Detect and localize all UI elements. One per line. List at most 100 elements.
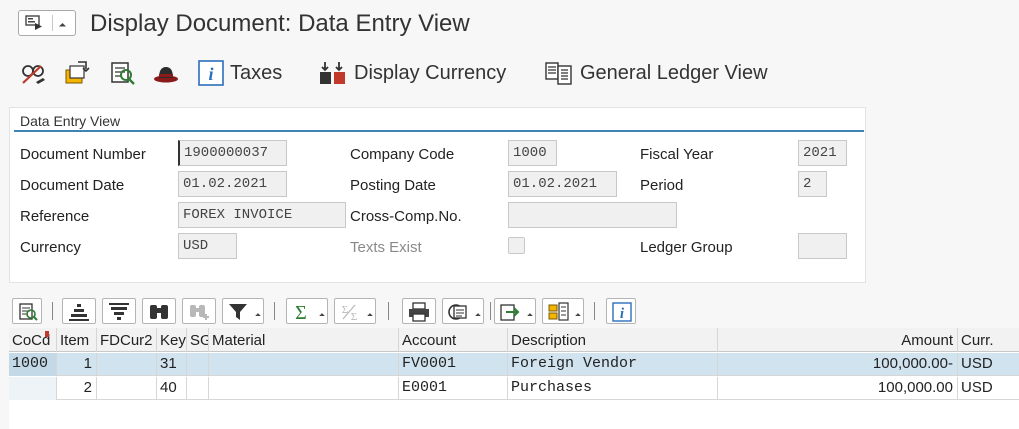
period-label: Period bbox=[640, 177, 684, 194]
cell-material[interactable] bbox=[209, 353, 399, 376]
chevron-down-icon bbox=[475, 313, 481, 319]
sum-button[interactable]: Σ bbox=[286, 298, 328, 324]
find-button[interactable] bbox=[142, 298, 176, 324]
cell-sg[interactable] bbox=[187, 353, 209, 376]
layout-button[interactable] bbox=[442, 298, 484, 324]
svg-text:i: i bbox=[208, 64, 213, 84]
group-title: Data Entry View bbox=[20, 113, 121, 129]
filter-button[interactable] bbox=[222, 298, 264, 324]
sort-descending-icon bbox=[109, 303, 129, 320]
column-header-description[interactable]: Description bbox=[508, 328, 718, 352]
cell-fdcur2[interactable] bbox=[97, 377, 157, 400]
toolbar-separator bbox=[52, 302, 53, 320]
change-layout-icon bbox=[548, 302, 569, 321]
information-button[interactable]: i bbox=[606, 298, 636, 324]
column-header-key[interactable]: Key bbox=[157, 328, 187, 352]
table-row[interactable]: 1000 1 31 FV0001 Foreign Vendor 100,000.… bbox=[9, 353, 1019, 376]
chevron-down-icon bbox=[58, 22, 67, 31]
subtotal-icon: Σ Σ bbox=[342, 304, 357, 322]
company-code-label: Company Code bbox=[350, 146, 455, 163]
toolbar-separator bbox=[274, 302, 275, 320]
column-header-sg[interactable]: SG bbox=[187, 328, 209, 352]
general-ledger-view-button[interactable]: General Ledger View bbox=[544, 58, 768, 88]
cell-description[interactable]: Purchases bbox=[508, 377, 718, 400]
cell-amount[interactable]: 100,000.00 bbox=[718, 377, 958, 400]
fiscal-year-field[interactable]: 2021 bbox=[798, 140, 847, 166]
reference-field[interactable]: FOREX INVOICE bbox=[178, 202, 346, 228]
cell-curr[interactable]: USD bbox=[958, 353, 1019, 376]
document-number-label: Document Number bbox=[20, 146, 146, 163]
taxes-label: Taxes bbox=[230, 61, 283, 84]
general-ledger-view-label: General Ledger View bbox=[580, 61, 768, 84]
chevron-down-icon bbox=[575, 313, 581, 319]
column-header-material[interactable]: Material bbox=[209, 328, 399, 352]
sort-ascending-icon bbox=[69, 304, 89, 321]
posting-date-label: Posting Date bbox=[350, 177, 436, 194]
cell-key[interactable]: 40 bbox=[157, 377, 187, 400]
table-row[interactable]: 2 40 E0001 Purchases 100,000.00 USD bbox=[9, 377, 1019, 400]
company-code-field[interactable]: 1000 bbox=[508, 140, 557, 166]
data-entry-view-group: Data Entry View bbox=[9, 107, 866, 283]
application-toolbar: i Taxes Display Currency General Ledger … bbox=[0, 50, 1019, 96]
cross-comp-no-field[interactable] bbox=[508, 202, 677, 228]
cell-account[interactable]: FV0001 bbox=[399, 353, 508, 376]
currency-icon bbox=[320, 62, 345, 84]
cell-cocd[interactable]: 1000 bbox=[9, 353, 57, 376]
taxes-button[interactable]: i Taxes bbox=[198, 58, 282, 88]
chevron-down-icon bbox=[527, 313, 533, 319]
currency-field[interactable]: USD bbox=[178, 233, 237, 259]
menu-button[interactable] bbox=[18, 10, 76, 36]
line-items-grid: CoCd Item FDCur2 Key SG Material Account… bbox=[9, 328, 1019, 429]
cell-sg[interactable] bbox=[187, 377, 209, 400]
page-title: Display Document: Data Entry View bbox=[90, 10, 470, 37]
display-button[interactable] bbox=[20, 58, 46, 88]
hat-icon bbox=[154, 67, 178, 83]
export-button[interactable] bbox=[494, 298, 536, 324]
chevron-down-icon bbox=[319, 313, 325, 319]
cell-account[interactable]: E0001 bbox=[399, 377, 508, 400]
cell-material[interactable] bbox=[209, 377, 399, 400]
overview-icon bbox=[111, 62, 135, 85]
change-layout-button[interactable] bbox=[542, 298, 584, 324]
cell-cocd[interactable] bbox=[9, 377, 57, 400]
column-header-account[interactable]: Account bbox=[399, 328, 508, 352]
switch-document-button[interactable] bbox=[64, 58, 92, 88]
cell-description[interactable]: Foreign Vendor bbox=[508, 353, 718, 376]
cell-curr[interactable]: USD bbox=[958, 377, 1019, 400]
display-currency-button[interactable]: Display Currency bbox=[318, 58, 506, 88]
column-header-item[interactable]: Item bbox=[57, 328, 97, 352]
sort-descending-button[interactable] bbox=[102, 298, 136, 324]
grid-toolbar: Σ Σ Σ i bbox=[0, 295, 1019, 327]
sort-ascending-button[interactable] bbox=[62, 298, 96, 324]
ledger-group-field[interactable] bbox=[798, 233, 847, 259]
texts-exist-checkbox[interactable] bbox=[508, 237, 525, 254]
display-icon bbox=[22, 65, 45, 84]
document-number-field[interactable]: 1900000037 bbox=[178, 140, 287, 166]
column-header-fdcur2[interactable]: FDCur2 bbox=[97, 328, 157, 352]
details-icon bbox=[19, 303, 38, 321]
cell-amount[interactable]: 100,000.00- bbox=[718, 353, 958, 376]
overview-button[interactable] bbox=[110, 58, 136, 88]
find-next-button[interactable] bbox=[182, 298, 216, 324]
toolbar-separator bbox=[490, 302, 491, 320]
period-field[interactable]: 2 bbox=[798, 171, 827, 197]
document-date-field[interactable]: 01.02.2021 bbox=[178, 171, 287, 197]
details-button[interactable] bbox=[12, 298, 42, 324]
cell-key[interactable]: 31 bbox=[157, 353, 187, 376]
cell-fdcur2[interactable] bbox=[97, 353, 157, 376]
group-divider bbox=[14, 130, 864, 132]
find-next-icon bbox=[190, 305, 209, 320]
toolbar-separator bbox=[594, 302, 595, 320]
information-icon: i bbox=[612, 302, 632, 322]
hat-button[interactable] bbox=[152, 58, 180, 88]
column-header-curr[interactable]: Curr. bbox=[958, 328, 1019, 352]
cell-item[interactable]: 1 bbox=[57, 353, 97, 376]
column-header-amount[interactable]: Amount bbox=[718, 328, 958, 352]
cell-item[interactable]: 2 bbox=[57, 377, 97, 400]
print-button[interactable] bbox=[402, 298, 436, 324]
subtotal-button[interactable]: Σ Σ bbox=[334, 298, 376, 324]
title-bar: Display Document: Data Entry View bbox=[0, 0, 1019, 50]
layout-icon bbox=[448, 304, 467, 320]
column-header-cocd[interactable]: CoCd bbox=[9, 328, 57, 352]
posting-date-field[interactable]: 01.02.2021 bbox=[508, 171, 617, 197]
